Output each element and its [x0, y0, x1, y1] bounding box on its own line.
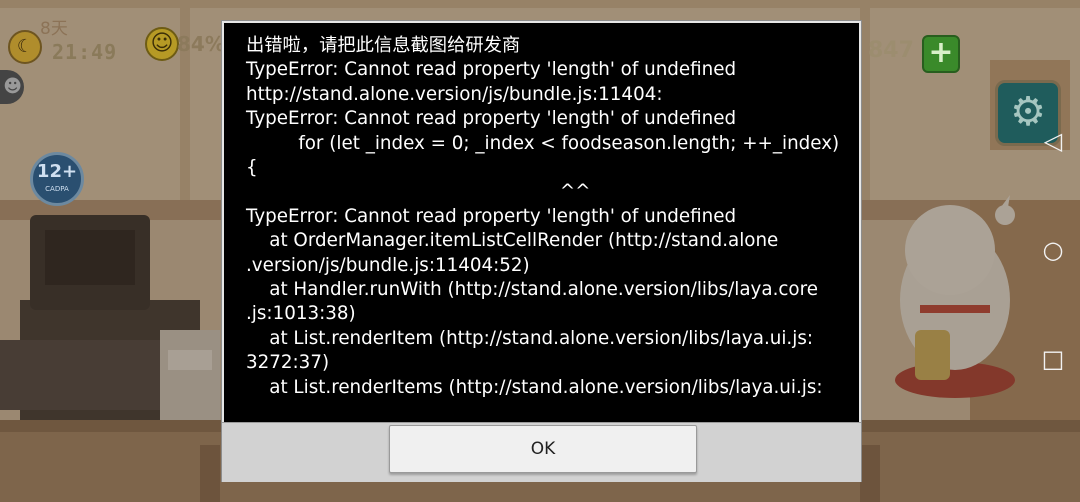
- moon-icon: ☾: [8, 30, 42, 64]
- error-dialog: 出错啦，请把此信息截图给研发商 TypeError: Cannot read p…: [221, 20, 862, 482]
- add-coins-button[interactable]: +: [922, 35, 960, 73]
- age-rating-text: 12+: [36, 161, 78, 182]
- smile-icon: ☺: [145, 27, 179, 61]
- ok-button[interactable]: OK: [389, 425, 697, 473]
- nav-home-icon[interactable]: ○: [1040, 237, 1066, 263]
- nav-recent-icon[interactable]: □: [1040, 346, 1066, 372]
- age-rating-sub: CADPA: [45, 185, 69, 193]
- happiness-value: 84%: [177, 32, 225, 56]
- error-message-panel[interactable]: 出错啦，请把此信息截图给研发商 TypeError: Cannot read p…: [224, 23, 859, 423]
- game-clock: 21:49: [52, 40, 118, 64]
- nav-back-icon[interactable]: ◁: [1040, 128, 1066, 154]
- age-rating-badge: 12+ CADPA: [30, 152, 84, 206]
- error-message-text: 出错啦，请把此信息截图给研发商 TypeError: Cannot read p…: [246, 35, 840, 398]
- coin-count: 847: [868, 38, 914, 63]
- day-counter: 8天: [40, 19, 68, 39]
- dialog-footer: OK: [222, 422, 861, 482]
